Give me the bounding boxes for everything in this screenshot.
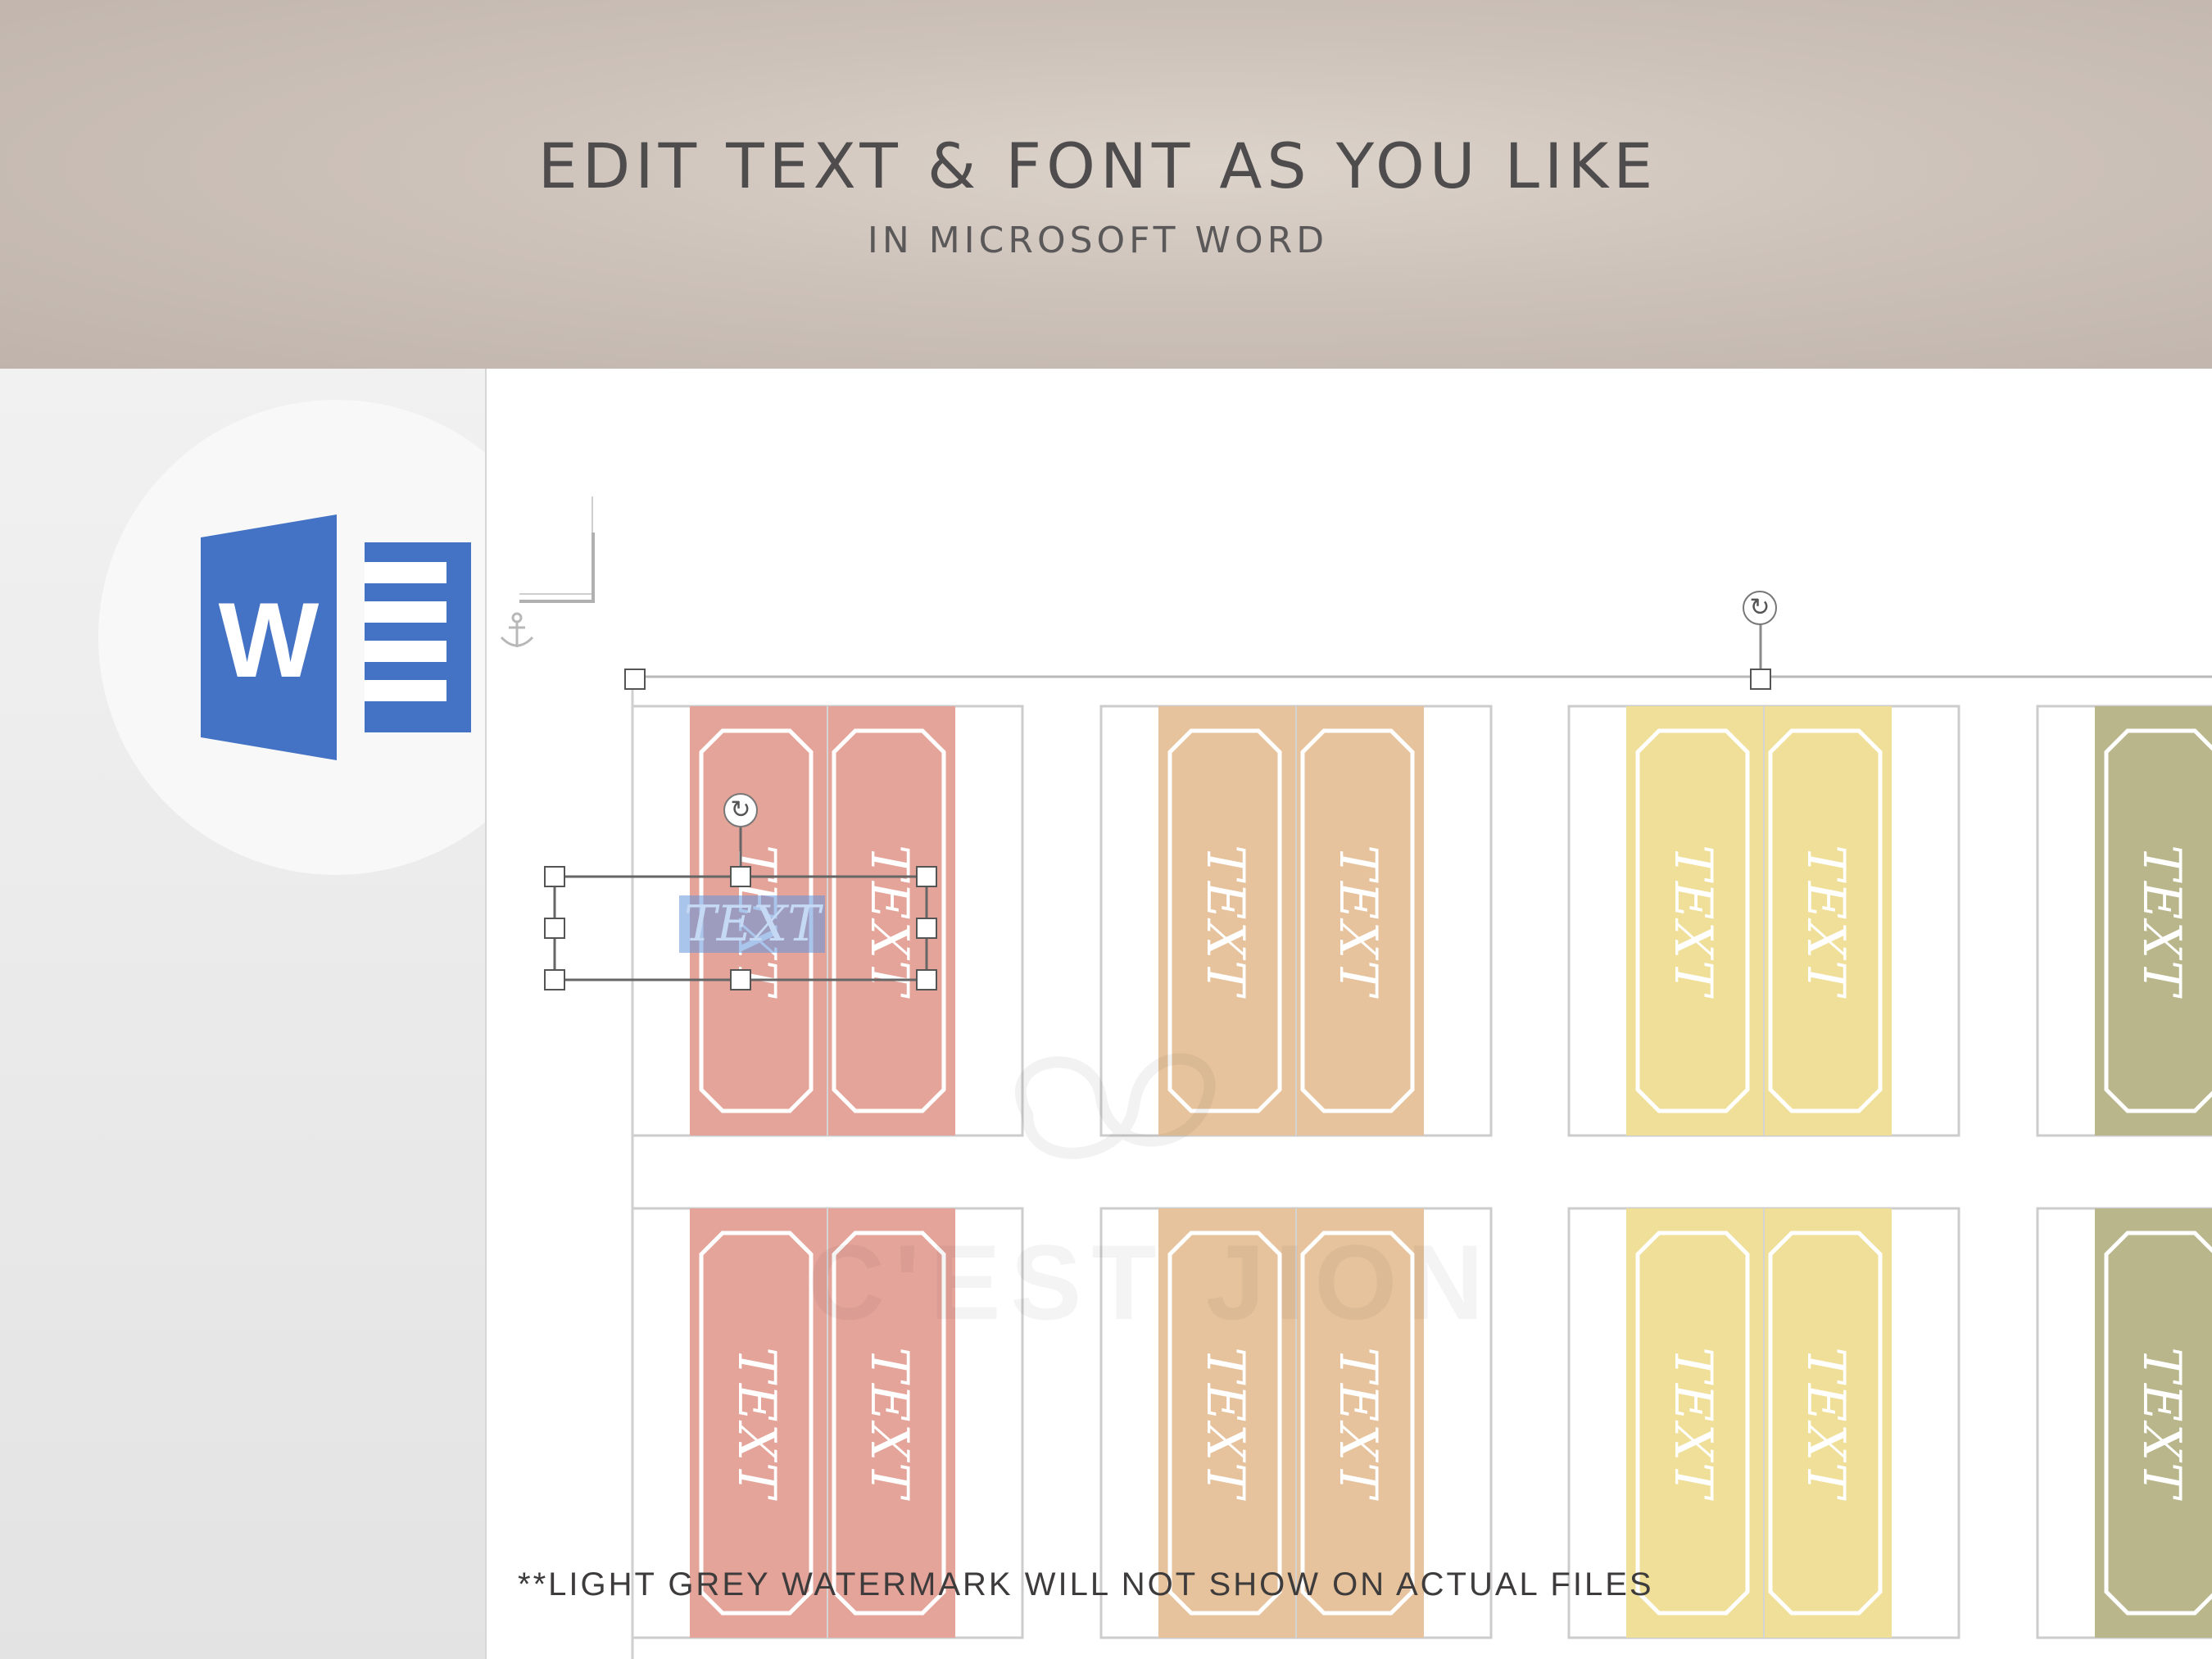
anchor-icon[interactable] [496,611,537,652]
bookmark-label[interactable]: TEXT [1192,831,1258,1011]
rotate-handle-icon[interactable]: ↻ [723,793,758,827]
selected-text[interactable]: TEXT [679,895,825,953]
resize-handle-icon[interactable] [916,969,937,990]
header-banner: EDIT TEXT & FONT AS YOU LIKE IN MICROSOF… [0,0,2212,369]
bookmark-label[interactable]: TEXT [856,1333,922,1513]
watermark-text: C'EST JION [808,1221,1494,1344]
group-rotate-handle-icon[interactable]: ↻ [1743,591,1777,625]
bookmark-label[interactable]: TEXT [2128,1333,2194,1513]
banner-title: EDIT TEXT & FONT AS YOU LIKE [537,129,1658,202]
margin-corner-mark [519,496,593,595]
bookmark-label[interactable]: TEXT [1793,831,1858,1011]
bookmark-label[interactable]: TEXT [1192,1333,1258,1513]
resize-handle-icon[interactable] [730,866,751,887]
bookmark-label[interactable]: TEXT [856,831,922,1011]
resize-handle-icon[interactable] [544,918,565,939]
resize-handle-icon[interactable] [730,969,751,990]
word-logo-icon: W [201,514,471,760]
banner-subtitle: IN MICROSOFT WORD [867,220,1329,261]
watermark-logo [1015,1053,1216,1159]
resize-handle-icon[interactable] [916,918,937,939]
bookmark-label[interactable]: TEXT [1325,831,1390,1011]
bookmark-label[interactable]: TEXT [1660,831,1725,1011]
resize-handle-icon[interactable] [544,866,565,887]
resize-handle-icon[interactable] [544,969,565,990]
document-page[interactable]: ↻ TEXT TEXT TEXT TEXT TEXT TEXT TEXT TEXT TEXT TE… [485,369,2212,1659]
bookmark-label[interactable]: TEXT [2128,831,2194,1011]
bookmark-label[interactable]: TEXT [1793,1333,1858,1513]
bookmark-label[interactable]: TEXT [1660,1333,1725,1513]
bookmark-label[interactable]: TEXT [723,1333,789,1513]
bookmark-label[interactable]: TEXT [1325,1333,1390,1513]
group-resize-handle-left[interactable] [624,669,646,690]
group-resize-handle-top[interactable] [1750,669,1771,690]
watermark-note: **LIGHT GREY WATERMARK WILL NOT SHOW ON … [518,1566,1654,1602]
resize-handle-icon[interactable] [916,866,937,887]
word-logo-letter: W [219,580,320,700]
